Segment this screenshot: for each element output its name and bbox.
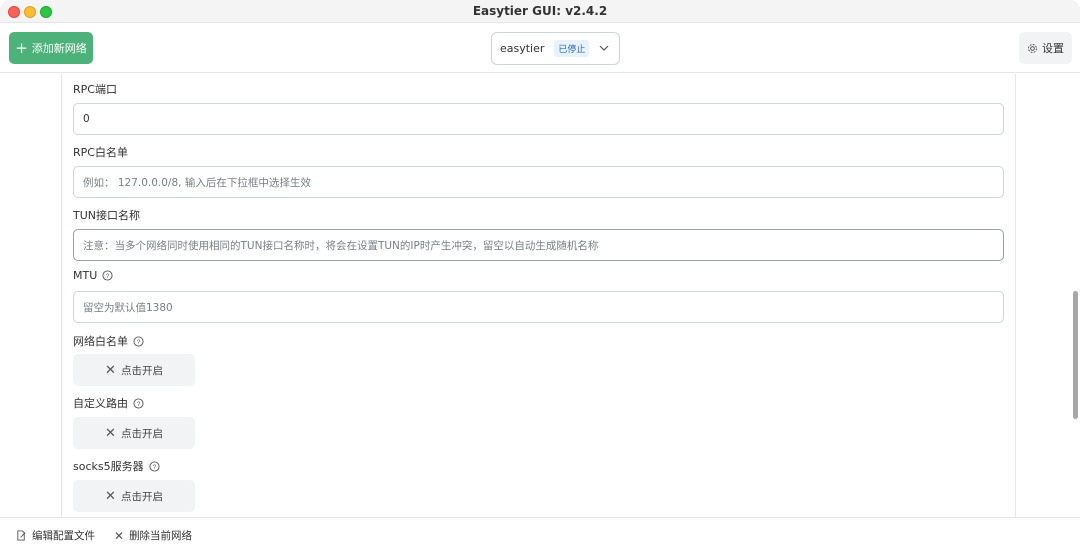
chevron-down-icon xyxy=(599,45,609,51)
help-circle-icon[interactable]: ? xyxy=(149,460,160,472)
rpc-whitelist-input[interactable]: 例如： 127.0.0.0/8, 输入后在下拉框中选择生效 xyxy=(73,166,1004,198)
help-circle-icon[interactable]: ? xyxy=(133,397,144,409)
mtu-placeholder: 留空为默认值1380 xyxy=(83,301,173,314)
title-bar: Easytier GUI: v2.4.2 xyxy=(0,0,1080,23)
network-whitelist-label-text: 网络白名单 xyxy=(73,335,128,348)
toolbar: + 添加新网络 easytier 已停止 设置 xyxy=(0,23,1080,73)
network-name: easytier xyxy=(500,42,545,55)
close-icon: ✕ xyxy=(114,528,125,543)
mtu-label-text: MTU xyxy=(73,269,98,282)
delete-network-button[interactable]: ✕ 删除当前网络 xyxy=(114,528,192,543)
svg-text:?: ? xyxy=(152,463,156,470)
help-circle-icon[interactable]: ? xyxy=(133,335,144,347)
rpc-whitelist-label-text: RPC白名单 xyxy=(73,146,128,159)
add-network-label: 添加新网络 xyxy=(31,42,87,55)
footer-bar: 编辑配置文件 ✕ 删除当前网络 xyxy=(0,517,1080,550)
add-network-button[interactable]: + 添加新网络 xyxy=(9,32,93,64)
edit-config-button[interactable]: 编辑配置文件 xyxy=(16,528,95,543)
delete-network-label: 删除当前网络 xyxy=(129,530,193,542)
network-whitelist-toggle-button[interactable]: ✕ 点击开启 xyxy=(73,354,195,386)
settings-button[interactable]: 设置 xyxy=(1019,32,1072,64)
mtu-label: MTU ? xyxy=(73,269,113,282)
tun-name-label: TUN接口名称 xyxy=(73,207,140,223)
custom-routes-label: 自定义路由 ? xyxy=(73,395,144,411)
custom-routes-label-text: 自定义路由 xyxy=(73,397,128,410)
status-badge: 已停止 xyxy=(554,40,590,57)
socks5-label-text: socks5服务器 xyxy=(73,460,144,473)
tun-name-placeholder: 注意：当多个网络同时使用相同的TUN接口名称时，将会在设置TUN的IP时产生冲突… xyxy=(83,239,599,252)
rpc-port-label: RPC端口 xyxy=(73,81,117,97)
network-whitelist-label: 网络白名单 ? xyxy=(73,333,144,349)
close-icon: ✕ xyxy=(105,362,116,378)
mtu-input[interactable]: 留空为默认值1380 xyxy=(73,291,1004,323)
rpc-port-label-text: RPC端口 xyxy=(73,83,117,96)
socks5-label: socks5服务器 ? xyxy=(73,458,160,474)
tun-name-label-text: TUN接口名称 xyxy=(73,209,140,222)
plus-icon: + xyxy=(15,38,28,57)
close-icon: ✕ xyxy=(105,425,116,441)
close-icon: ✕ xyxy=(105,488,116,504)
socks5-button-label: 点击开启 xyxy=(120,490,163,503)
svg-text:?: ? xyxy=(137,338,141,345)
socks5-toggle-button[interactable]: ✕ 点击开启 xyxy=(73,480,195,512)
tun-name-input[interactable]: 注意：当多个网络同时使用相同的TUN接口名称时，将会在设置TUN的IP时产生冲突… xyxy=(73,229,1004,261)
network-whitelist-button-label: 点击开启 xyxy=(120,364,163,377)
rpc-whitelist-label: RPC白名单 xyxy=(73,144,128,160)
custom-routes-button-label: 点击开启 xyxy=(120,427,163,440)
settings-label: 设置 xyxy=(1042,42,1064,55)
help-circle-icon[interactable]: ? xyxy=(102,270,113,281)
window-title: Easytier GUI: v2.4.2 xyxy=(472,4,608,18)
custom-routes-toggle-button[interactable]: ✕ 点击开启 xyxy=(73,417,195,449)
edit-config-label: 编辑配置文件 xyxy=(32,530,95,542)
gear-icon xyxy=(1028,43,1037,53)
vertical-scrollbar[interactable] xyxy=(1073,291,1078,419)
svg-text:?: ? xyxy=(137,400,141,407)
rpc-port-value: 0 xyxy=(83,113,90,125)
edit-file-icon xyxy=(17,530,26,541)
rpc-port-input[interactable]: 0 xyxy=(73,103,1004,135)
app-window: Easytier GUI: v2.4.2 + 添加新网络 easytier 已停… xyxy=(0,0,1080,550)
network-select[interactable]: easytier 已停止 xyxy=(491,32,620,65)
svg-text:?: ? xyxy=(106,273,110,280)
rpc-whitelist-placeholder: 例如： 127.0.0.0/8, 输入后在下拉框中选择生效 xyxy=(83,176,311,189)
